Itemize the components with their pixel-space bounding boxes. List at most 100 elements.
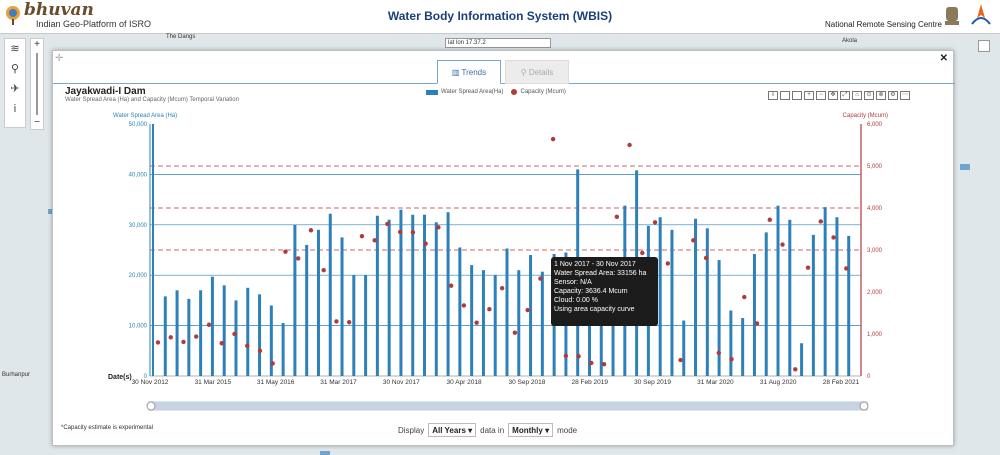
capacity-point: [423, 241, 428, 246]
layers-icon[interactable]: ≋: [5, 39, 25, 59]
area-bar: [175, 290, 179, 376]
area-bar: [411, 214, 415, 376]
capacity-point: [589, 360, 594, 366]
zoom-in-button[interactable]: +: [31, 39, 43, 51]
area-bar: [505, 248, 509, 376]
capacity-point: [754, 321, 760, 326]
y2-tick-label: 2,000: [867, 290, 883, 296]
capacity-point: [691, 238, 696, 243]
area-bar: [399, 209, 403, 376]
range-navigator-window: [148, 402, 868, 410]
capacity-point: [767, 217, 772, 222]
y-axis-title: Water Spread Area (Ha): [113, 113, 177, 119]
x-tick-label: 31 Mar 2020: [697, 379, 734, 386]
area-bar: [788, 219, 792, 376]
capacity-point: [436, 225, 441, 230]
trend-chart[interactable]: Water Spread Area (Ha) Capacity (Mcum) 0 10…: [53, 51, 955, 447]
area-bar: [199, 290, 203, 376]
capacity-point: [168, 335, 173, 340]
satellite-icon[interactable]: ✈: [5, 79, 25, 99]
area-bar: [423, 214, 427, 376]
x-tick-label: 30 Apr 2018: [447, 379, 482, 386]
area-bar: [670, 229, 674, 376]
area-bar: [823, 207, 827, 376]
area-bar: [281, 323, 285, 376]
mode-label: mode: [557, 425, 578, 435]
capacity-point: [665, 261, 671, 266]
capacity-point: [703, 255, 709, 261]
x-tick-label: 31 May 2016: [257, 379, 295, 386]
area-bar: [305, 244, 309, 376]
area-bar: [470, 265, 474, 376]
capacity-point: [793, 367, 798, 372]
coordinate-readout: lat lon 17.37.2: [445, 38, 551, 48]
area-bar: [682, 320, 686, 376]
info-icon[interactable]: i: [5, 99, 25, 119]
x-tick-label: 30 Sep 2018: [508, 379, 545, 386]
capacity-point: [627, 142, 632, 148]
area-bar: [446, 212, 450, 376]
area-bar: [752, 254, 756, 376]
org-name: National Remote Sensing Centre: [825, 20, 942, 29]
area-bar: [458, 247, 462, 376]
capacity-point: [474, 320, 479, 325]
capacity-point: [245, 343, 250, 348]
x-tick-label: 30 Nov 2017: [383, 379, 420, 386]
y2-tick-label: 1,000: [867, 332, 883, 338]
mode-select[interactable]: Monthly ▾: [508, 423, 554, 437]
y2-tick-label: 0: [867, 374, 871, 380]
area-bar: [811, 234, 815, 376]
capacity-point: [219, 341, 224, 346]
map-side-button[interactable]: [978, 40, 990, 52]
capacity-point: [640, 250, 645, 256]
tooltip-date: 1 Nov 2017 - 30 Nov 2017: [554, 261, 636, 268]
area-bar: [658, 217, 662, 376]
tooltip-cloud: Cloud: 0.00 %: [554, 297, 598, 304]
map-label: The Dangs: [166, 34, 196, 40]
data-in-label: data in: [480, 425, 505, 435]
y-tick-label: 20,000: [129, 273, 148, 279]
area-bar: [729, 310, 733, 376]
capacity-point: [831, 235, 836, 240]
area-bar: [187, 298, 191, 376]
area-bar: [529, 255, 533, 376]
capacity-point: [206, 322, 212, 327]
trends-modal: ✛ ✕ ▥ Trends ⚲ Details Jayakwadi-I Dam W…: [52, 50, 955, 447]
zoom-track[interactable]: [36, 53, 38, 115]
x-tick-label: 31 Aug 2020: [760, 379, 797, 386]
capacity-point: [296, 256, 301, 261]
capacity-point: [818, 219, 823, 224]
area-bar: [800, 343, 804, 376]
capacity-point: [448, 283, 454, 288]
years-select[interactable]: All Years ▾: [428, 423, 477, 437]
area-bar: [481, 270, 485, 376]
capacity-point: [614, 214, 620, 220]
capacity-point: [487, 307, 492, 312]
capacity-point: [652, 220, 658, 225]
zoom-out-button[interactable]: −: [31, 117, 43, 129]
area-bar: [328, 213, 332, 376]
zoom-slider[interactable]: + −: [30, 38, 44, 130]
capacity-point: [385, 221, 390, 227]
area-bar: [717, 260, 721, 376]
area-bar: [340, 237, 344, 376]
map-label: Akola: [842, 38, 858, 44]
capacity-point: [678, 357, 683, 363]
x-tick-label: 31 Mar 2015: [195, 379, 232, 386]
capacity-point: [844, 266, 849, 271]
capacity-point: [308, 228, 314, 233]
display-label: Display: [398, 425, 425, 435]
y2-axis-title: Capacity (Mcum): [843, 113, 888, 119]
capacity-point: [283, 249, 288, 254]
area-bar: [152, 124, 154, 376]
capacity-point: [499, 286, 505, 291]
tooltip-sensor: Sensor: N/A: [554, 279, 592, 286]
area-bar: [364, 275, 368, 376]
capacity-point: [359, 233, 365, 239]
area-bar: [776, 205, 780, 376]
capacity-point: [181, 339, 186, 345]
area-bar: [293, 224, 297, 376]
capacity-point: [397, 229, 403, 235]
search-icon[interactable]: ⚲: [5, 59, 25, 79]
tooltip-method: Using area capacity curve: [554, 306, 635, 313]
